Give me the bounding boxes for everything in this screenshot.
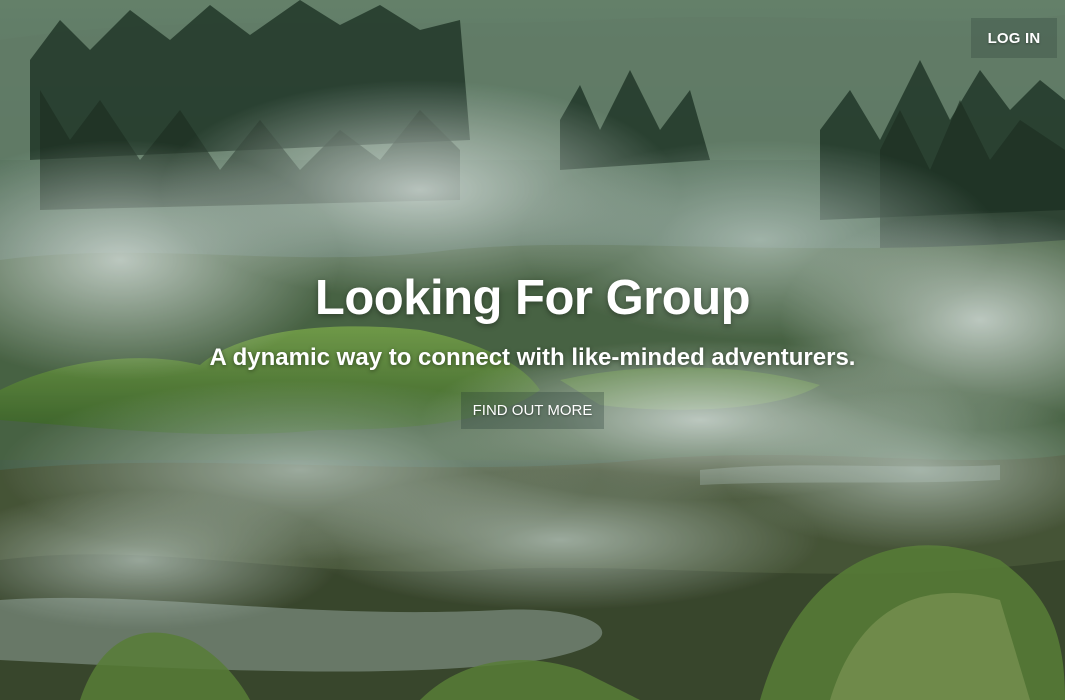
hero-subtitle: A dynamic way to connect with like-minde… <box>209 344 856 371</box>
hero-title: Looking For Group <box>314 271 751 325</box>
hero-content: Looking For Group A dynamic way to conne… <box>0 268 1065 429</box>
hero-section: LOG IN Looking For Group A dynamic way t… <box>0 0 1065 700</box>
find-out-more-button[interactable]: FIND OUT MORE <box>460 392 605 429</box>
login-button[interactable]: LOG IN <box>971 18 1057 58</box>
